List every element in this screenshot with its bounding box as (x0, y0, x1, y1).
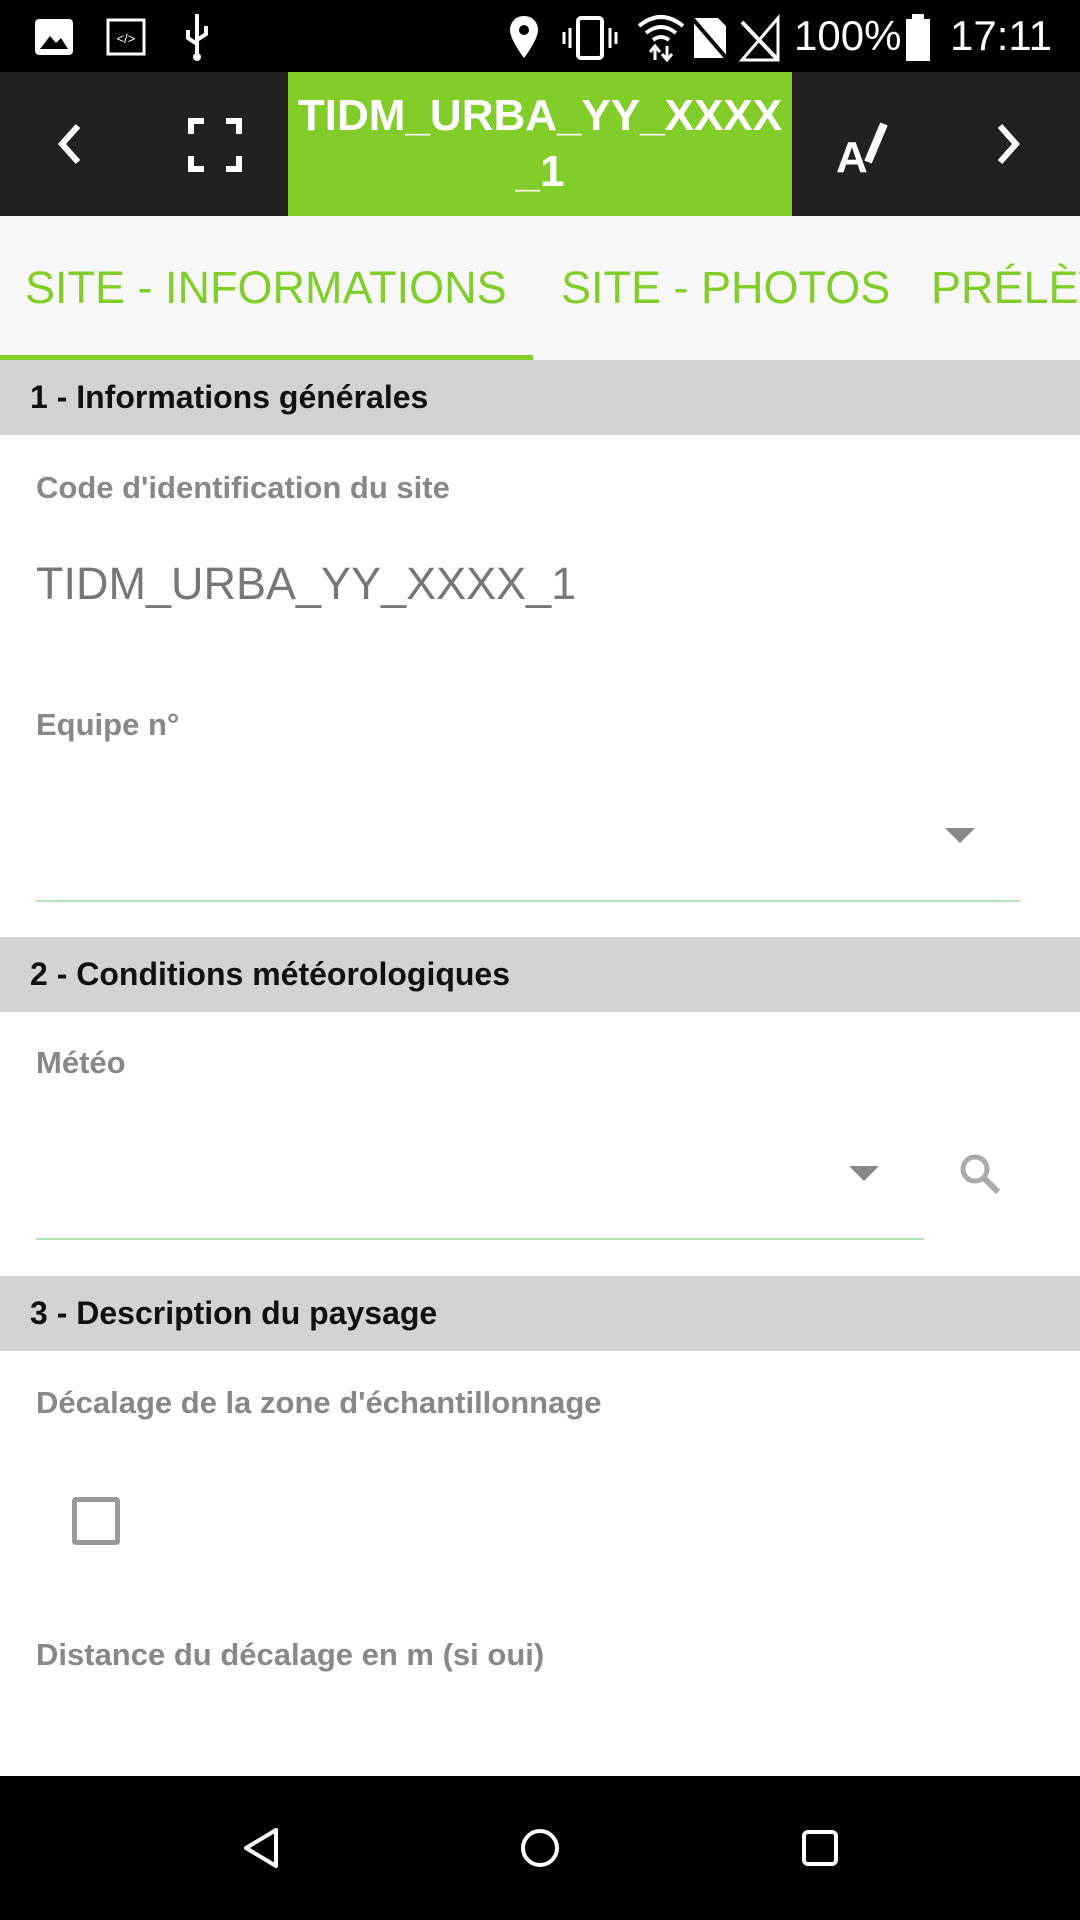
edit-text-icon[interactable]: A (834, 116, 894, 176)
team-dropdown[interactable] (36, 790, 1020, 902)
svg-text:A: A (836, 133, 868, 176)
recents-icon[interactable] (800, 1828, 840, 1868)
site-code-value: TIDM_URBA_YY_XXXX_1 (36, 558, 577, 609)
offset-checkbox[interactable] (72, 1497, 120, 1545)
team-label: Equipe n° (36, 707, 180, 742)
battery-icon (906, 14, 930, 61)
back-icon[interactable] (240, 1826, 282, 1870)
toolbar: TIDM_URBA_YY_XXXX_1 A (0, 72, 1080, 216)
tab-bar: SITE - INFORMATIONS SITE - PHOTOS PRÉLÈV… (0, 216, 1080, 360)
section-header-landscape: 3 - Description du paysage (0, 1276, 1080, 1351)
offset-distance-label: Distance du décalage en m (si oui) (36, 1637, 545, 1672)
no-signal-icon (738, 14, 780, 62)
usb-icon (186, 14, 208, 61)
next-chevron-icon[interactable] (990, 122, 1026, 166)
location-icon (510, 16, 538, 58)
image-icon (35, 19, 73, 55)
dropdown-arrow-icon (849, 1166, 879, 1181)
battery-percent: 100% (794, 12, 902, 59)
navigation-bar (0, 1776, 1080, 1920)
tab-site-photos[interactable]: SITE - PHOTOS (561, 262, 890, 314)
weather-label: Météo (36, 1045, 126, 1080)
dropdown-arrow-icon (945, 828, 975, 843)
clock: 17:11 (950, 12, 1052, 59)
status-bar: </> 100% 17:11 (0, 0, 1080, 72)
fullscreen-icon[interactable] (188, 118, 242, 172)
section-header-general: 1 - Informations générales (0, 360, 1080, 435)
team-underline (36, 900, 1020, 902)
offset-label: Décalage de la zone d'échantillonnage (36, 1385, 602, 1420)
weather-underline (36, 1238, 924, 1240)
section-header-weather: 2 - Conditions météorologiques (0, 937, 1080, 1012)
no-sim-icon (690, 16, 730, 60)
svg-text:</>: </> (117, 31, 136, 46)
weather-dropdown[interactable] (36, 1130, 924, 1242)
vibrate-icon (562, 16, 618, 60)
code-icon: </> (106, 18, 146, 56)
record-title: TIDM_URBA_YY_XXXX_1 (288, 72, 792, 216)
home-icon[interactable] (518, 1826, 562, 1870)
tab-prelevements[interactable]: PRÉLÈVEMENTS (931, 262, 1080, 314)
wifi-icon (637, 15, 685, 62)
back-chevron-icon[interactable] (52, 122, 88, 166)
search-icon[interactable] (958, 1152, 1002, 1196)
tab-site-informations[interactable]: SITE - INFORMATIONS (25, 262, 507, 314)
site-code-label: Code d'identification du site (36, 470, 450, 505)
